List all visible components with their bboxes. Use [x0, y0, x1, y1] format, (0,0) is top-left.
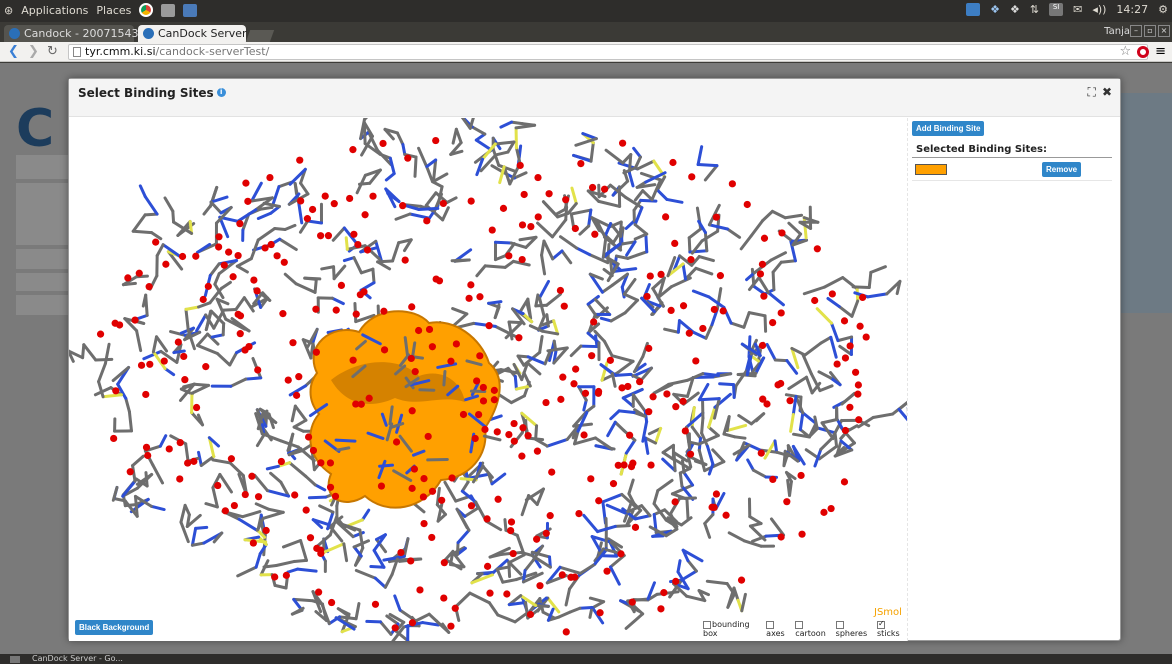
page-icon	[73, 47, 81, 57]
render-options: bounding box axes cartoon spheres sticks	[703, 619, 907, 638]
new-tab-button[interactable]	[245, 30, 275, 42]
option-bounding-box[interactable]: bounding box	[703, 620, 763, 638]
black-background-button[interactable]: Black Background	[75, 620, 154, 635]
back-icon[interactable]: ❮	[8, 44, 19, 59]
dropbox-sync-icon[interactable]: ❖	[1010, 3, 1020, 16]
applications-menu[interactable]: Applications	[21, 4, 88, 17]
binding-site-row: Remove	[912, 159, 1112, 181]
keyboard-layout-icon[interactable]: SI	[1049, 3, 1064, 16]
window-controls: – ▫ ×	[1130, 25, 1170, 37]
file-manager-icon[interactable]	[161, 3, 176, 17]
tab-label: Candock - 200715431	[24, 27, 146, 40]
checkbox[interactable]	[766, 620, 775, 629]
clock[interactable]: 14:27	[1116, 3, 1148, 16]
dialog-title: Select Binding Sites i	[78, 86, 226, 100]
tray-app-icon[interactable]	[966, 3, 981, 16]
sidebar-card	[16, 183, 74, 245]
screenshot-icon[interactable]	[183, 3, 198, 17]
checkbox[interactable]	[835, 620, 844, 629]
option-cartoon[interactable]: cartoon	[795, 620, 832, 638]
binding-sites-panel: Add Binding Site Selected Binding Sites:…	[907, 118, 1121, 641]
browser-tab-strip: Candock - 200715431× CanDock Server×	[0, 22, 1172, 42]
sidebar-card	[16, 273, 74, 291]
places-menu[interactable]: Places	[96, 4, 131, 17]
chrome-launcher-icon[interactable]	[139, 3, 154, 17]
ubuntu-logo-icon[interactable]: ⊛	[4, 4, 13, 17]
molecule-viewer[interactable]: JSmol Black Background bounding box axes…	[69, 118, 907, 641]
taskbar-item[interactable]: CanDock Server - Go...	[32, 654, 123, 663]
close-icon[interactable]: ✖	[1102, 85, 1112, 100]
reload-icon[interactable]: ↻	[47, 44, 58, 59]
mail-icon[interactable]: ✉	[1073, 3, 1082, 16]
profile-name[interactable]: Tanja	[1104, 26, 1130, 37]
volume-icon[interactable]: ◂))	[1092, 3, 1106, 16]
option-spheres[interactable]: spheres	[835, 620, 874, 638]
bookmark-star-icon[interactable]: ☆	[1119, 44, 1131, 59]
system-top-panel: ⊛ Applications Places ❖ ❖ ⇅ SI ✉ ◂)) 14:…	[0, 0, 1172, 22]
checkbox[interactable]	[795, 620, 804, 629]
candock-favicon-icon	[9, 28, 20, 39]
forward-icon[interactable]: ❯	[28, 44, 39, 59]
menu-icon[interactable]: ≡	[1155, 44, 1166, 59]
url-path: /candock-serverTest/	[155, 45, 270, 58]
sidebar-card	[16, 295, 74, 315]
system-taskbar: CanDock Server - Go...	[0, 654, 1172, 664]
extension-icon[interactable]	[1137, 46, 1150, 58]
tab-candock-server[interactable]: CanDock Server×	[138, 25, 262, 42]
selected-sites-heading: Selected Binding Sites:	[912, 142, 1112, 158]
dialog-title-text: Select Binding Sites	[78, 86, 214, 100]
info-icon[interactable]: i	[216, 88, 226, 97]
add-binding-site-button[interactable]: Add Binding Site	[912, 121, 985, 136]
settings-gear-icon[interactable]: ⚙	[1158, 3, 1168, 16]
option-label: spheres	[835, 629, 868, 638]
tab-candock-job[interactable]: Candock - 200715431×	[4, 25, 161, 42]
browser-toolbar: ❮ ❯ ↻ tyr.cmm.ki.si/candock-serverTest/ …	[0, 42, 1172, 62]
candock-favicon-icon	[143, 28, 154, 39]
close-window-icon[interactable]: ×	[1158, 25, 1170, 37]
option-label: cartoon	[795, 629, 826, 638]
option-label: axes	[766, 629, 785, 638]
checkbox-checked[interactable]	[876, 619, 885, 629]
show-desktop-icon[interactable]	[10, 656, 20, 663]
binding-site-color-swatch[interactable]	[915, 164, 947, 175]
checkbox[interactable]	[703, 620, 711, 629]
address-bar[interactable]: tyr.cmm.ki.si/candock-serverTest/	[68, 44, 1148, 60]
option-label: sticks	[876, 629, 900, 638]
protein-structure-canvas[interactable]	[69, 118, 907, 641]
site-logo: C	[16, 99, 55, 159]
option-axes[interactable]: axes	[766, 620, 792, 638]
dialog-header: Select Binding Sites i ⛶ ✖	[69, 79, 1120, 117]
remove-button[interactable]: Remove	[1042, 162, 1082, 177]
minimize-icon[interactable]: –	[1130, 25, 1142, 37]
expand-icon[interactable]: ⛶	[1088, 85, 1096, 100]
option-sticks[interactable]: sticks	[876, 619, 907, 638]
sidebar-card	[16, 249, 74, 269]
restore-icon[interactable]: ▫	[1144, 25, 1156, 37]
page-banner	[1118, 93, 1172, 313]
select-binding-sites-dialog: Select Binding Sites i ⛶ ✖ JSmol Black Ba…	[68, 78, 1121, 641]
network-icon[interactable]: ⇅	[1030, 3, 1039, 16]
sidebar-card	[16, 155, 74, 179]
tab-label: CanDock Server	[158, 27, 247, 40]
url-host: tyr.cmm.ki.si	[85, 45, 156, 58]
jsmol-brand: JSmol	[874, 607, 902, 618]
dropbox-icon[interactable]: ❖	[990, 3, 1000, 16]
